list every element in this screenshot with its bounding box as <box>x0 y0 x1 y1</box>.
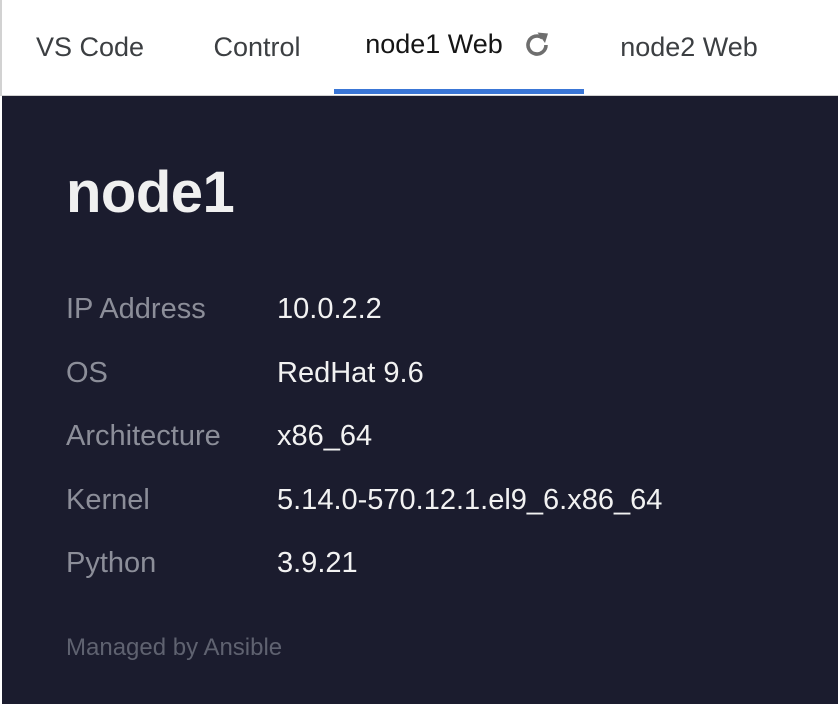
fact-row-architecture: Architecture x86_64 <box>66 405 662 469</box>
fact-value: x86_64 <box>277 420 373 453</box>
fact-row-os: OS RedHat 9.6 <box>66 342 662 406</box>
tab-label: VS Code <box>35 31 145 62</box>
fact-label: Kernel <box>66 483 150 516</box>
tab-control[interactable]: Control <box>178 0 336 94</box>
fact-label: IP Address <box>66 293 206 326</box>
tab-label: node2 Web <box>620 31 758 62</box>
facts-list: IP Address 10.0.2.2 OS RedHat 9.6 Archit… <box>66 278 662 596</box>
fact-label: OS <box>66 356 108 389</box>
fact-label: Architecture <box>66 420 221 453</box>
tab-label: node1 Web <box>365 29 503 59</box>
fact-value: 5.14.0-570.12.1.el9_6.x86_64 <box>277 483 663 516</box>
fact-value: 3.9.21 <box>277 547 358 580</box>
reload-icon[interactable] <box>521 29 553 61</box>
fact-value: RedHat 9.6 <box>277 356 424 389</box>
fact-row-kernel: Kernel 5.14.0-570.12.1.el9_6.x86_64 <box>66 469 662 533</box>
tab-bar: VS Code Control node1 Web node2 Web <box>0 0 838 96</box>
tab-vs-code[interactable]: VS Code <box>2 0 178 94</box>
page-title: node1 <box>66 160 235 225</box>
fact-value: 10.0.2.2 <box>277 293 382 326</box>
tab-node1-web[interactable]: node1 Web <box>334 0 584 94</box>
node-info-panel: node1 IP Address 10.0.2.2 OS RedHat 9.6 … <box>2 96 838 704</box>
fact-row-ip-address: IP Address 10.0.2.2 <box>66 278 662 342</box>
fact-label: Python <box>66 547 157 580</box>
fact-row-python: Python 3.9.21 <box>66 532 662 596</box>
tab-node2-web[interactable]: node2 Web <box>592 0 786 94</box>
tab-label: Control <box>213 31 301 62</box>
managed-by-footer: Managed by Ansible <box>66 634 283 661</box>
